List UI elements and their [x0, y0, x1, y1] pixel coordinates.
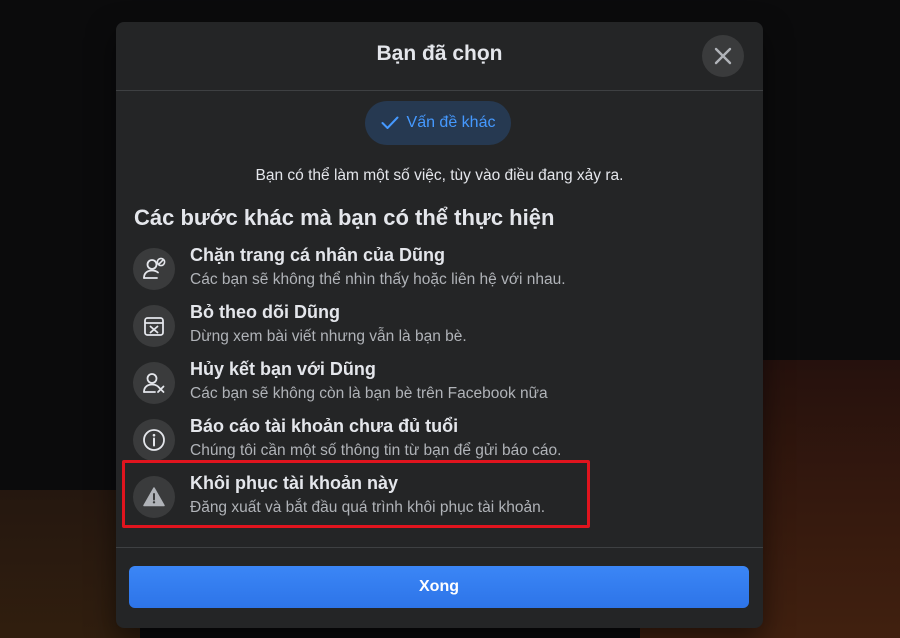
dialog-subtitle: Bạn có thể làm một số việc, tùy vào điều… — [255, 167, 624, 184]
selected-issue-chip[interactable]: Vấn đề khác — [365, 101, 511, 145]
report-dialog: Bạn đã chọn Vấn đề khác Bạn có thể làm m… — [116, 22, 763, 628]
option-description: Dừng xem bài viết nhưng vẫn là bạn bè. — [190, 328, 467, 345]
option-block-profile[interactable]: Chặn trang cá nhân của Dũng Các bạn sẽ k… — [130, 242, 730, 296]
check-icon — [381, 116, 399, 129]
option-description: Các bạn sẽ không thể nhìn thấy hoặc liên… — [190, 271, 566, 288]
close-icon — [714, 47, 732, 65]
dialog-header: Bạn đã chọn — [116, 22, 763, 91]
option-recover-account[interactable]: Khôi phục tài khoản này Đăng xuất và bắt… — [130, 470, 730, 524]
warning-icon — [133, 476, 175, 518]
option-title: Khôi phục tài khoản này — [190, 473, 399, 493]
footer-divider — [116, 547, 763, 548]
option-title: Bỏ theo dõi Dũng — [190, 302, 340, 322]
option-title: Hủy kết bạn với Dũng — [190, 359, 376, 379]
other-steps-heading: Các bước khác mà bạn có thể thực hiện — [134, 205, 555, 230]
unfollow-icon — [133, 305, 175, 347]
unfriend-icon — [133, 362, 175, 404]
option-description: Đăng xuất và bắt đầu quá trình khôi phục… — [190, 499, 546, 516]
option-unfollow[interactable]: Bỏ theo dõi Dũng Dừng xem bài viết nhưng… — [130, 299, 730, 353]
option-unfriend[interactable]: Hủy kết bạn với Dũng Các bạn sẽ không cò… — [130, 356, 730, 410]
info-icon — [133, 419, 175, 461]
option-report-underage[interactable]: Báo cáo tài khoản chưa đủ tuổi Chúng tôi… — [130, 413, 730, 467]
option-description: Chúng tôi cần một số thông tin từ bạn để… — [190, 442, 562, 459]
option-description: Các bạn sẽ không còn là bạn bè trên Face… — [190, 385, 548, 402]
close-button[interactable] — [702, 35, 744, 77]
option-title: Báo cáo tài khoản chưa đủ tuổi — [190, 416, 459, 436]
dialog-title: Bạn đã chọn — [376, 42, 503, 65]
block-profile-icon — [133, 248, 175, 290]
done-button[interactable]: Xong — [129, 566, 749, 608]
selected-issue-label: Vấn đề khác — [406, 114, 496, 131]
option-title: Chặn trang cá nhân của Dũng — [190, 245, 446, 265]
